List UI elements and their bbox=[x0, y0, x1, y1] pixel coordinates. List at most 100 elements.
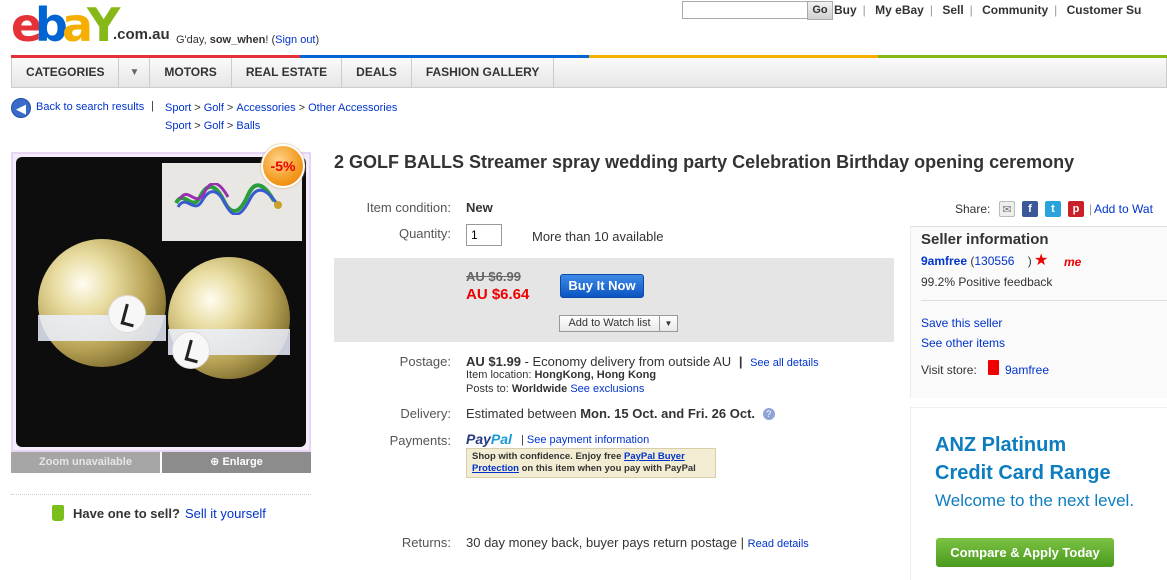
enlarge-button[interactable]: ⊕ Enlarge bbox=[162, 452, 311, 473]
greeting: G'day, sow_when! (Sign out) bbox=[176, 34, 319, 46]
chevron-down-icon[interactable]: ▼ bbox=[119, 58, 151, 87]
magnifier-icon: ⊕ bbox=[210, 456, 223, 468]
add-to-watch-list-button[interactable]: Add to Watch list ▼ bbox=[559, 315, 678, 332]
pp-tail-text: on this item when you pay with PayPal bbox=[521, 463, 696, 474]
paypal-logo-pay: Pay bbox=[466, 431, 491, 447]
twitter-icon[interactable]: t bbox=[1045, 201, 1061, 217]
score-close: ) bbox=[1027, 254, 1032, 268]
crumb-sep: > bbox=[194, 120, 201, 132]
current-price: AU $6.64 bbox=[466, 286, 530, 303]
divider bbox=[11, 494, 311, 495]
see-payment-info-link[interactable]: See payment information bbox=[527, 434, 649, 446]
nav-real-estate[interactable]: REAL ESTATE bbox=[232, 58, 343, 87]
golf-ball-left bbox=[38, 239, 166, 367]
breadcrumb-sport[interactable]: Sport bbox=[165, 102, 191, 114]
watch-list-label[interactable]: Add to Watch list bbox=[560, 316, 660, 331]
breadcrumb-other-accessories[interactable]: Other Accessories bbox=[308, 102, 397, 114]
top-link-sell[interactable]: Sell bbox=[942, 3, 963, 17]
me-badge-icon[interactable]: me bbox=[1064, 255, 1081, 269]
category-nav-bar: CATEGORIES ▼ MOTORS REAL ESTATE DEALS FA… bbox=[11, 58, 1167, 88]
see-exclusions-link[interactable]: See exclusions bbox=[570, 383, 644, 395]
quantity-input[interactable] bbox=[466, 224, 502, 246]
crumb-sep: > bbox=[226, 102, 234, 114]
product-image-panel[interactable] bbox=[11, 152, 311, 452]
top-link-separator: | bbox=[862, 3, 866, 17]
top-link-separator: | bbox=[929, 3, 933, 17]
ad-line-2: Credit Card Range bbox=[935, 462, 1111, 484]
breadcrumb-balls[interactable]: Balls bbox=[236, 120, 260, 132]
ball-logo-disc bbox=[108, 295, 146, 333]
share-separator: | bbox=[1089, 202, 1093, 216]
quantity-label: Quantity: bbox=[398, 226, 451, 241]
compare-apply-button[interactable]: Compare & Apply Today bbox=[936, 538, 1114, 567]
store-link[interactable]: 9amfree bbox=[1005, 363, 1049, 377]
pinterest-icon[interactable]: p bbox=[1068, 201, 1084, 217]
go-button[interactable]: Go bbox=[807, 1, 833, 20]
top-link-my-ebay[interactable]: My eBay bbox=[875, 3, 924, 17]
add-to-watch-link[interactable]: Add to Wat bbox=[1094, 202, 1153, 216]
item-location-label: Item location: bbox=[466, 369, 532, 381]
paypal-protection-box: Shop with confidence. Enjoy free PayPal … bbox=[466, 448, 716, 478]
pipe-sep: | bbox=[738, 354, 743, 369]
seller-line: 9amfree (130556 ) bbox=[921, 254, 1032, 268]
payment-info: | See payment information bbox=[521, 434, 649, 446]
see-all-details-link[interactable]: See all details bbox=[750, 357, 819, 369]
read-details-link[interactable]: Read details bbox=[748, 538, 809, 550]
delivery-line: Estimated between Mon. 15 Oct. and Fri. … bbox=[466, 406, 775, 421]
back-arrow-icon[interactable]: ◀ bbox=[11, 98, 31, 118]
nav-motors[interactable]: MOTORS bbox=[150, 58, 232, 87]
paypal-logo-pal: Pal bbox=[490, 431, 512, 447]
sell-tag-icon bbox=[52, 505, 64, 521]
see-other-items-link[interactable]: See other items bbox=[921, 336, 1005, 350]
top-links: Buy | My eBay | Sell | Community | Customer … bbox=[834, 3, 1141, 17]
breadcrumb-primary: Sport > Golf > Accessories > Other Accessories bbox=[165, 102, 397, 114]
pipe-sep: | bbox=[521, 434, 524, 446]
back-to-search-link[interactable]: Back to search results bbox=[36, 101, 144, 113]
sell-it-yourself-link[interactable]: Sell it yourself bbox=[185, 506, 266, 521]
logo-letter-a: a bbox=[62, 0, 93, 52]
top-link-community[interactable]: Community bbox=[982, 3, 1048, 17]
ad-line-1: ANZ Platinum bbox=[935, 434, 1067, 456]
zoom-bar: Zoom unavailable ⊕ Enlarge bbox=[11, 452, 311, 473]
returns-label: Returns: bbox=[401, 535, 451, 550]
breadcrumb-golf[interactable]: Golf bbox=[204, 120, 224, 132]
help-icon[interactable]: ? bbox=[762, 408, 775, 420]
pp-shop-text: Shop with confidence. Enjoy free bbox=[472, 451, 622, 462]
item-location: HongKong, Hong Kong bbox=[534, 369, 657, 381]
discount-badge: -5% bbox=[261, 144, 305, 188]
seller-score-link[interactable]: 130556 bbox=[974, 254, 1014, 268]
delivery-prefix: Estimated between bbox=[466, 406, 577, 421]
product-photo bbox=[16, 157, 306, 447]
facebook-icon[interactable]: f bbox=[1022, 201, 1038, 217]
seller-name-link[interactable]: 9amfree bbox=[921, 254, 967, 268]
chevron-down-icon[interactable]: ▼ bbox=[660, 316, 677, 331]
top-link-customer-support[interactable]: Customer Su bbox=[1067, 3, 1142, 17]
save-seller-link[interactable]: Save this seller bbox=[921, 316, 1002, 330]
breadcrumb-golf[interactable]: Golf bbox=[204, 102, 224, 114]
sign-out-close: ) bbox=[315, 34, 320, 46]
postage-label: Postage: bbox=[399, 354, 451, 369]
posts-to-line: Posts to: Worldwide See exclusions bbox=[466, 383, 644, 395]
top-link-buy[interactable]: Buy bbox=[834, 3, 857, 17]
nav-fashion-gallery[interactable]: FASHION GALLERY bbox=[412, 58, 555, 87]
returns-line: 30 day money back, buyer pays return pos… bbox=[466, 535, 809, 550]
ebay-logo[interactable]: e b a Y .com.au bbox=[11, 0, 171, 52]
condition-label: Item condition: bbox=[366, 200, 451, 215]
breadcrumb-sport[interactable]: Sport bbox=[165, 120, 191, 132]
nav-categories[interactable]: CATEGORIES bbox=[12, 58, 120, 87]
crumb-sep: > bbox=[194, 102, 201, 114]
feedback-star-icon: ★ bbox=[1034, 252, 1049, 269]
postage-desc: - Economy delivery from outside AU bbox=[524, 354, 732, 369]
sign-out-link[interactable]: Sign out bbox=[275, 34, 315, 46]
have-one-to-sell: Have one to sell? bbox=[73, 506, 180, 521]
logo-letter-y: Y bbox=[87, 0, 120, 52]
delivery-label: Delivery: bbox=[400, 406, 451, 421]
nav-deals[interactable]: DEALS bbox=[342, 58, 412, 87]
breadcrumb-accessories[interactable]: Accessories bbox=[236, 102, 295, 114]
buy-it-now-button[interactable]: Buy It Now bbox=[560, 274, 644, 298]
email-icon[interactable]: ✉ bbox=[999, 201, 1015, 217]
visit-store-label: Visit store: bbox=[921, 363, 977, 377]
positive-feedback: 99.2% Positive feedback bbox=[921, 275, 1053, 289]
pipe-sep: | bbox=[740, 535, 745, 550]
posts-to: Worldwide bbox=[511, 383, 568, 395]
